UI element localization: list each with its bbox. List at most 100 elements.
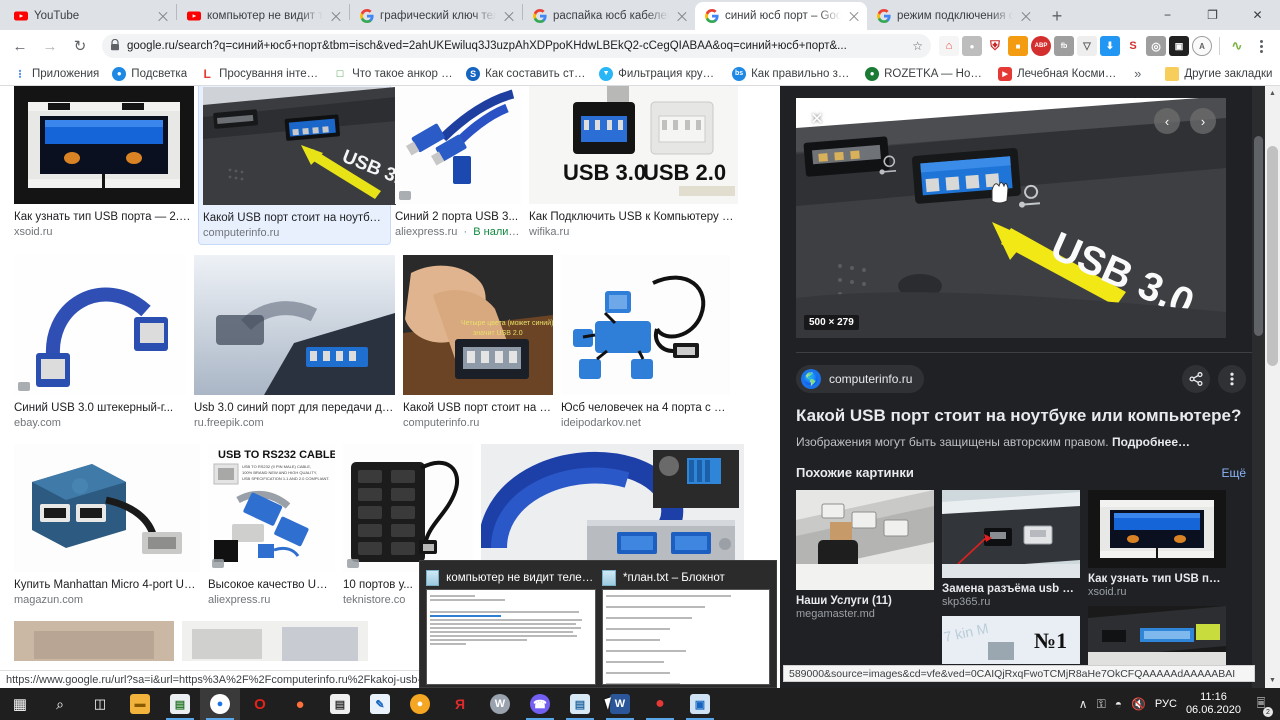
adblock-icon[interactable]: ABP	[1031, 36, 1051, 56]
bookmark-item[interactable]: L Просування інтерн...	[195, 65, 325, 83]
image-result-card[interactable]: Как узнать тип USB порта — 2.0 ... xsoid…	[14, 86, 194, 239]
laptop-blue-port-thumbnail[interactable]	[1088, 606, 1226, 668]
bookmark-item[interactable]: bs Как правильно зап...	[727, 65, 857, 83]
image-result-card[interactable]: Четыре цвета (может синий), 4 контакта з…	[403, 255, 553, 430]
clock[interactable]: 11:16 06.06.2020	[1186, 691, 1241, 717]
page-scrollbar-thumb[interactable]	[1267, 146, 1278, 366]
file-explorer-button[interactable]: ▬	[120, 688, 160, 720]
seo-icon[interactable]: S	[1123, 36, 1143, 56]
sound-muted-icon[interactable]: 🔇	[1131, 697, 1146, 711]
task-preview-window[interactable]: компьютер не видит телефо...	[426, 567, 596, 685]
new-tab-button[interactable]: +	[1043, 2, 1071, 30]
preview-scrollbar-thumb[interactable]	[1254, 136, 1263, 336]
similar-image-card[interactable]: Как узнать тип USB порта... xsoid.ru	[1088, 490, 1226, 668]
usb-rs232-cable-thumbnail[interactable]: USB TO RS232 CABLE USB TO RS232 (9 PIN M…	[208, 444, 335, 572]
task-preview-window[interactable]: *план.txt – Блокнот	[602, 567, 770, 685]
hand-usb-plug-thumbnail[interactable]: Четыре цвета (может синий), 4 контакта з…	[403, 255, 553, 395]
tab-close-icon[interactable]	[329, 9, 343, 23]
tab-close-icon[interactable]	[1019, 9, 1033, 23]
similar-images-more-link[interactable]: Ещё	[1221, 466, 1246, 480]
bookmark-item[interactable]: ● ROZETKA — Новос...	[860, 65, 990, 83]
paint-button[interactable]: ✎	[360, 688, 400, 720]
notifications-icon[interactable]: 🗏 2	[1250, 693, 1273, 717]
similar-image-card[interactable]: Наши Услуги (11) megamaster.md	[796, 490, 934, 620]
tab-close-icon[interactable]	[847, 9, 861, 23]
back-button[interactable]: ←	[6, 32, 34, 60]
bookmark-item[interactable]: S Как составить стру...	[461, 65, 591, 83]
share-icon[interactable]	[1182, 365, 1210, 393]
black-10port-hub-thumbnail[interactable]	[343, 444, 473, 572]
close-preview-icon[interactable]: ✕	[806, 108, 828, 130]
previous-image-button[interactable]: ‹	[1154, 108, 1180, 134]
address-bar[interactable]: google.ru/search?q=синий+юсб+порт&tbm=is…	[102, 34, 931, 58]
browser-tab-active[interactable]: синий юсб порт – Google П	[695, 2, 867, 30]
partial-thumbnail-a[interactable]	[14, 621, 174, 661]
reload-button[interactable]: ↻	[66, 32, 94, 60]
task-view-button[interactable]: ◫	[80, 688, 120, 720]
screenshot-tool-button[interactable]: ▣	[680, 688, 720, 720]
avast-button[interactable]: ●	[400, 688, 440, 720]
yandex-button[interactable]: Я	[440, 688, 480, 720]
record-button[interactable]: ●	[640, 688, 680, 720]
laptop-usb3-arrow-thumbnail[interactable]: USB 3.0	[203, 87, 396, 205]
tab-close-icon[interactable]	[502, 9, 516, 23]
bookmark-item[interactable]: ● Подсветка	[107, 65, 192, 83]
no1-sticker-thumbnail[interactable]: 7 kin M №1	[942, 616, 1080, 664]
image-result-card[interactable]: USB TO RS232 CABLE USB TO RS232 (9 PIN M…	[208, 444, 335, 607]
maximize-button[interactable]: ❐	[1190, 0, 1235, 30]
image-result-card[interactable]: USB 3.0 USB 2.0 Как Подключить USB к Ком…	[529, 86, 738, 239]
usb3-port-closeup-thumbnail[interactable]	[14, 86, 194, 204]
bookmarks-overflow-icon[interactable]: »	[1129, 66, 1146, 81]
copyright-learn-more-link[interactable]: Подробнее…	[1112, 435, 1190, 449]
image-result-card[interactable]	[182, 621, 368, 661]
bookmark-item[interactable]: □ Что такое анкор сс...	[328, 65, 458, 83]
browser-tab[interactable]: YouTube	[4, 2, 176, 30]
preview-title[interactable]: Какой USB порт стоит на ноутбуке или ком…	[780, 393, 1280, 427]
image-result-card[interactable]	[481, 444, 744, 572]
shield-icon[interactable]: ⛨	[985, 36, 1005, 56]
calculator-button[interactable]: ▤	[320, 688, 360, 720]
image-result-card[interactable]: Usb 3.0 синий порт для передачи данн... …	[194, 255, 395, 430]
laptop-side-ports-thumbnail[interactable]	[942, 490, 1080, 578]
bookmark-item[interactable]: ▼ Фильтрация крупн...	[594, 65, 724, 83]
firefox-button[interactable]: ●	[280, 688, 320, 720]
viber-button[interactable]: ☎	[520, 688, 560, 720]
wifi-icon[interactable]: ◓	[1115, 697, 1122, 711]
grey-ball-icon[interactable]: ●	[962, 36, 982, 56]
similar-image-card[interactable]: Замена разъёма usb в М... skp365.ru 7 ki…	[942, 490, 1080, 664]
notepad-window-button[interactable]: ▤	[560, 688, 600, 720]
forward-button[interactable]: →	[36, 32, 64, 60]
image-result-card[interactable]	[14, 621, 174, 661]
minimize-button[interactable]: −	[1145, 0, 1190, 30]
start-button[interactable]: ▦	[0, 688, 40, 720]
browser-tab[interactable]: графический ключ телефон	[350, 2, 522, 30]
browser-tab[interactable]: распайка юсб кабелей для	[523, 2, 695, 30]
bookmark-apps[interactable]: ⁝ Приложения	[8, 65, 104, 83]
other-bookmarks[interactable]: Другие закладки	[1160, 65, 1277, 83]
tab-close-icon[interactable]	[156, 9, 170, 23]
preview-image[interactable]: USB 3.0 ✕ ‹ › 500 × 279	[796, 98, 1226, 338]
antivirus-icon[interactable]: ⚿	[1097, 697, 1106, 712]
camera-icon[interactable]: ▣	[1169, 36, 1189, 56]
browser-tab[interactable]: компьютер не видит телефо	[177, 2, 349, 30]
chrome-button[interactable]: ●	[200, 688, 240, 720]
chrome-menu-icon[interactable]	[1250, 39, 1272, 53]
download-icon[interactable]: ⬇	[1100, 36, 1120, 56]
bookmark-item[interactable]: ▶ Лечебная Космиче...	[993, 65, 1123, 83]
image-result-card[interactable]: Синий 2 порта USB 3... aliexpress.ru · В…	[395, 86, 521, 239]
image-result-card[interactable]: Синий USB 3.0 штекерный-г... ebay.com	[14, 255, 186, 430]
usb-blur-blue-thumbnail[interactable]	[194, 255, 395, 395]
search-button[interactable]: ⌕	[40, 688, 80, 720]
kebab-menu-icon[interactable]	[1218, 365, 1246, 393]
blue-cable-bracket-thumbnail[interactable]	[481, 444, 744, 572]
word-online-button[interactable]: W	[480, 688, 520, 720]
funnel-icon[interactable]: ▽	[1077, 36, 1097, 56]
fb-icon[interactable]: fb	[1054, 36, 1074, 56]
usb-man-hub-thumbnail[interactable]	[561, 255, 730, 395]
home-colored-icon[interactable]: ⌂	[939, 36, 959, 56]
image-result-card-selected[interactable]: USB 3.0 Какой USB порт стоит на ноутбуке…	[198, 86, 396, 245]
image-result-card[interactable]: Юсб человечек на 4 порта с час... ideipo…	[561, 255, 730, 430]
scroll-down-arrow[interactable]: ▼	[1265, 673, 1280, 688]
image-result-card[interactable]: Купить Manhattan Micro 4-port USB... mag…	[14, 444, 200, 607]
source-site-chip[interactable]: 🌎 computerinfo.ru	[796, 365, 925, 393]
